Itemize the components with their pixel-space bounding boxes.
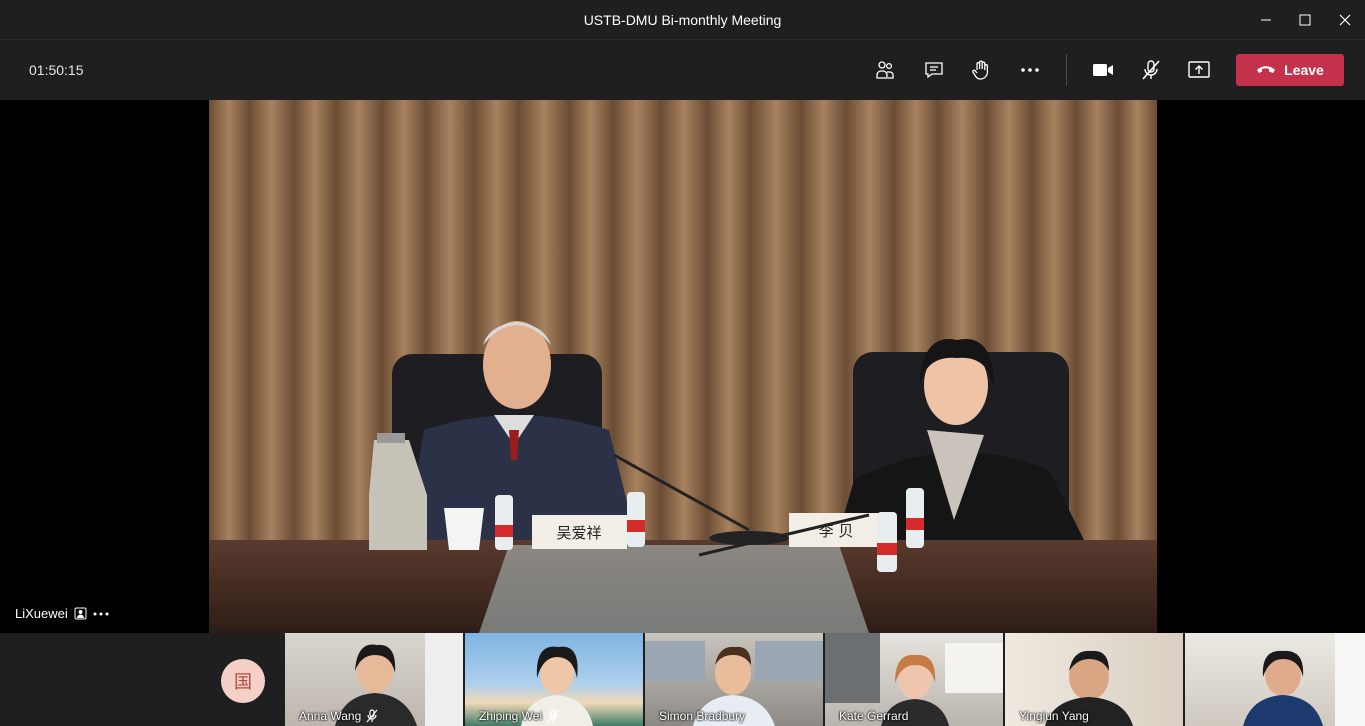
participant-name: Yingjun Yang [1019,709,1089,723]
participant-strip: 国 Anna Wang Zhiping Wei Simon Bradbury K… [0,633,1365,726]
window-title: USTB-DMU Bi-monthly Meeting [583,12,782,28]
mic-muted-icon [366,709,378,723]
share-screen-button[interactable] [1183,54,1215,86]
leave-label: Leave [1284,62,1324,78]
leave-button[interactable]: Leave [1236,54,1344,86]
mic-muted-icon [547,709,559,723]
participant-tile-5[interactable]: Yingjun Yang [1005,633,1183,726]
more-icon[interactable] [93,607,109,620]
participant-label: Zhiping Wei [479,709,560,723]
camera-icon [1093,64,1113,76]
participant-tile-6[interactable] [1185,633,1365,726]
participant-tile-3[interactable]: Simon Bradbury [645,633,823,726]
participant-label: Kate Gerrard [839,709,908,723]
participant-video [1243,633,1365,726]
pin-user-icon[interactable] [74,607,87,620]
close-button[interactable] [1325,0,1365,40]
main-video-feed: 吴爱祥 李 贝 [209,100,1157,633]
conference-room-video: 吴爱祥 李 贝 [209,100,1157,633]
microphone-button[interactable] [1135,54,1167,86]
participant-tile-2[interactable]: Zhiping Wei [465,633,643,726]
camera-button[interactable] [1087,54,1119,86]
minimize-icon [1261,19,1271,21]
hang-up-icon [1257,66,1276,73]
raise-hand-button[interactable] [965,54,997,86]
more-icon [1021,68,1039,72]
meeting-timer: 01:50:15 [29,62,84,78]
participant-name: Kate Gerrard [839,709,909,723]
raise-hand-icon [972,60,989,80]
meeting-toolbar: 01:50:15 Leave [0,40,1365,100]
close-icon [1339,14,1351,26]
presenter-name-tag: LiXuewei [15,606,109,621]
avatar[interactable]: 国 [221,659,265,703]
participant-label: Yingjun Yang [1019,709,1089,723]
title-bar: USTB-DMU Bi-monthly Meeting [0,0,1365,40]
participant-label: Simon Bradbury [659,709,745,723]
maximize-icon [1299,14,1311,26]
video-stage: 吴爱祥 李 贝 LiXuewei [0,100,1365,633]
participants-icon [876,61,894,79]
participant-label: Anna Wang [299,709,379,723]
participant-tile-4[interactable]: Kate Gerrard [825,633,1003,726]
toolbar-divider [1066,54,1067,86]
chat-icon [925,62,943,79]
chat-button[interactable] [918,54,950,86]
participant-name: Simon Bradbury [659,709,746,723]
share-screen-icon [1188,61,1210,78]
more-options-button[interactable] [1014,54,1046,86]
participants-button[interactable] [869,54,901,86]
maximize-button[interactable] [1285,0,1325,40]
participant-name: Anna Wang [299,709,362,723]
participant-name: Zhiping Wei [479,709,543,723]
participant-tile-1[interactable]: Anna Wang [285,633,463,726]
minimize-button[interactable] [1246,0,1286,40]
mic-muted-icon [1142,60,1160,80]
presenter-name: LiXuewei [15,606,68,621]
name-card-left: 吴爱祥 [556,524,601,542]
